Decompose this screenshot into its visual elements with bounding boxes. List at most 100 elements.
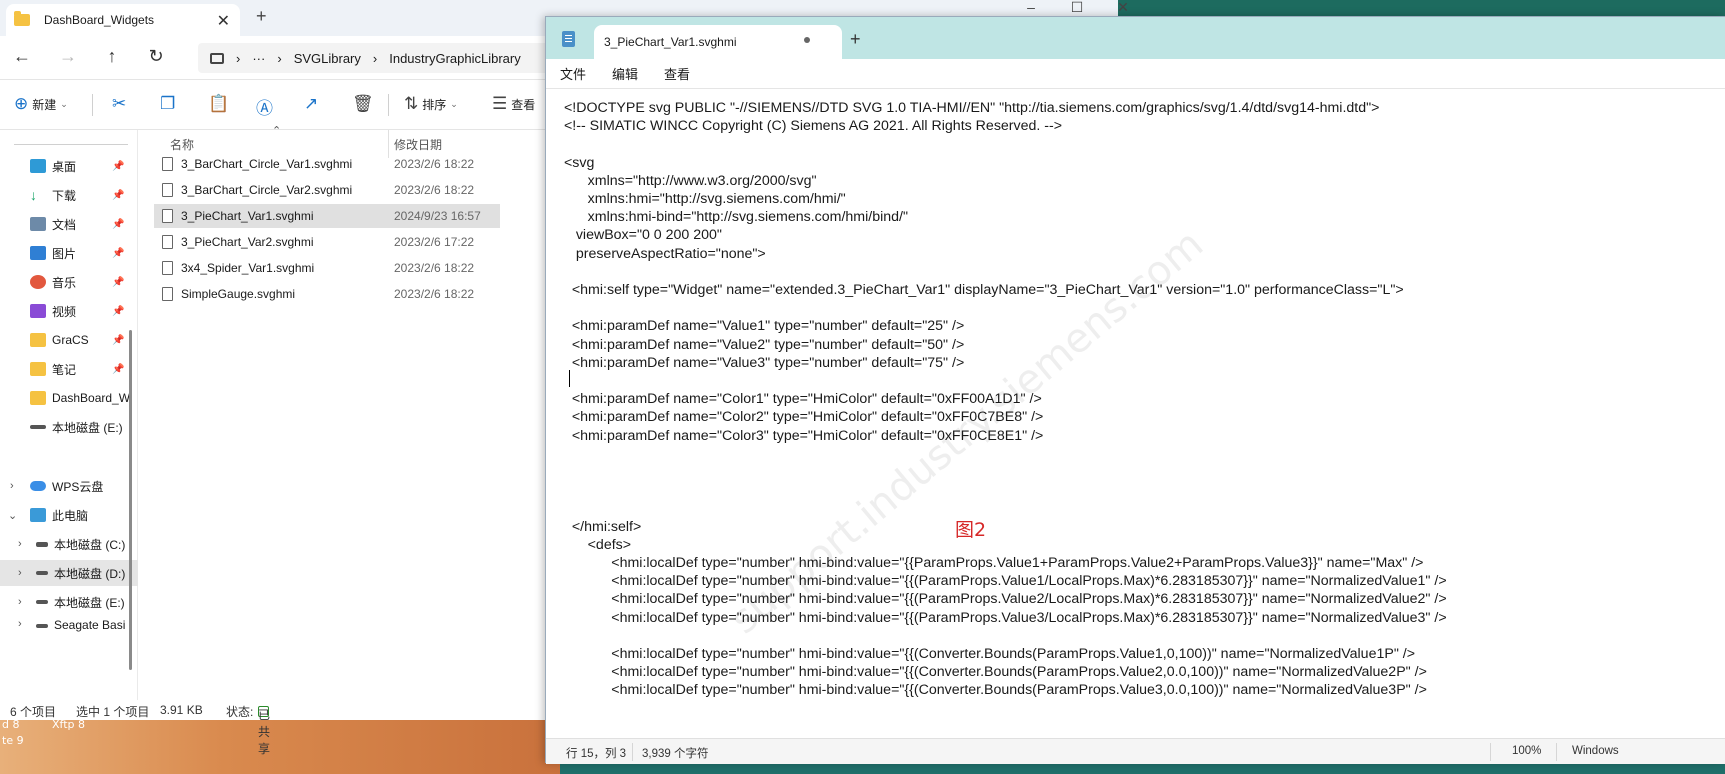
- new-button[interactable]: ⊕ 新建 ⌄: [14, 94, 68, 114]
- nav-item-drive-e[interactable]: 本地磁盘 (E:): [0, 414, 138, 440]
- nav-item-drive-d[interactable]: › 本地磁盘 (D:): [0, 560, 138, 586]
- chevron-right-icon[interactable]: ›: [18, 567, 22, 579]
- nav-item-wps-cloud[interactable]: › WPS云盘: [0, 473, 138, 499]
- delete-button[interactable]: 🗑: [352, 94, 374, 114]
- zoom-level[interactable]: 100%: [1512, 745, 1541, 757]
- share-button[interactable]: ↗: [304, 94, 318, 114]
- close-window-button[interactable]: ✕: [1100, 0, 1146, 16]
- view-button[interactable]: ☰ 查看: [492, 94, 535, 114]
- pin-icon[interactable]: 📌: [112, 277, 124, 288]
- rename-button[interactable]: Ⓐ: [256, 94, 273, 119]
- pin-icon[interactable]: 📌: [112, 306, 124, 317]
- sort-button[interactable]: ⇅ 排序 ⌄: [404, 94, 458, 114]
- copy-button[interactable]: ❐: [160, 94, 175, 114]
- file-icon: [162, 209, 173, 223]
- desktop-label[interactable]: te 9: [2, 734, 24, 747]
- file-date: 2024/9/23 16:57: [394, 209, 481, 223]
- nav-item-gracs[interactable]: GraCS 📌: [0, 327, 138, 353]
- menu-edit[interactable]: 编辑: [612, 64, 638, 83]
- paste-button[interactable]: 📋: [208, 94, 229, 114]
- back-button[interactable]: ←: [10, 46, 34, 67]
- rename-icon: Ⓐ: [256, 99, 273, 118]
- nav-item-notes[interactable]: 笔记 📌: [0, 356, 138, 382]
- nav-item-drive-c[interactable]: › 本地磁盘 (C:): [0, 531, 138, 557]
- nav-item-music[interactable]: 音乐 📌: [0, 269, 138, 295]
- file-row[interactable]: 3_BarChart_Circle_Var1.svghmi 2023/2/6 1…: [154, 152, 500, 176]
- up-button[interactable]: ↑: [100, 46, 124, 67]
- nav-item-seagate[interactable]: › Seagate Basi: [0, 618, 138, 634]
- refresh-button[interactable]: ↻: [144, 46, 168, 67]
- nav-item-drive-e-pc[interactable]: › 本地磁盘 (E:): [0, 589, 138, 615]
- file-row[interactable]: SimpleGauge.svghmi 2023/2/6 18:22: [154, 282, 500, 306]
- nav-item-documents[interactable]: 文档 📌: [0, 211, 138, 237]
- code-line: <hmi:paramDef name="Value2" type="number…: [564, 336, 965, 353]
- line-ending[interactable]: Windows: [1572, 745, 1619, 757]
- breadcrumb-item[interactable]: SVGLibrary: [294, 51, 361, 66]
- nav-item-label: 文档: [52, 217, 77, 232]
- maximize-button[interactable]: ☐: [1054, 0, 1100, 16]
- file-row[interactable]: 3_PieChart_Var2.svghmi 2023/2/6 17:22: [154, 230, 500, 254]
- nav-item-pictures[interactable]: 图片 📌: [0, 240, 138, 266]
- breadcrumb-more[interactable]: ···: [252, 51, 265, 66]
- file-name: 3_PieChart_Var1.svghmi: [181, 209, 314, 223]
- pin-icon[interactable]: 📌: [112, 364, 124, 375]
- code-line: preserveAspectRatio="none">: [564, 245, 766, 262]
- nav-item-downloads[interactable]: ↓ 下载 📌: [0, 182, 138, 208]
- chevron-right-icon[interactable]: ›: [18, 538, 22, 550]
- nav-item-this-pc[interactable]: ⌄ 此电脑: [0, 502, 138, 528]
- status-divider: [632, 743, 633, 761]
- new-tab-button[interactable]: +: [850, 29, 861, 50]
- explorer-tab[interactable]: DashBoard_Widgets ✕: [6, 4, 240, 36]
- file-name: 3_PieChart_Var2.svghmi: [181, 235, 314, 249]
- address-bar[interactable]: › ··· › SVGLibrary › IndustryGraphicLibr…: [198, 43, 578, 73]
- file-icon: [162, 235, 173, 249]
- notepad-tab[interactable]: 3_PieChart_Var1.svghmi: [594, 25, 842, 59]
- menu-view[interactable]: 查看: [664, 64, 690, 83]
- file-row[interactable]: 3x4_Spider_Var1.svghmi 2023/2/6 18:22: [154, 256, 500, 280]
- cut-button[interactable]: ✂: [112, 94, 126, 114]
- desktop-icon: [30, 159, 46, 173]
- notepad-window: 3_PieChart_Var1.svghmi + 文件 编辑 查看 suppor…: [545, 16, 1725, 764]
- new-label: 新建: [32, 97, 57, 112]
- chevron-right-icon[interactable]: ›: [10, 480, 14, 492]
- menu-file[interactable]: 文件: [560, 64, 586, 83]
- pin-icon[interactable]: 📌: [112, 161, 124, 172]
- paste-icon: 📋: [208, 94, 230, 113]
- file-row[interactable]: 3_BarChart_Circle_Var2.svghmi 2023/2/6 1…: [154, 178, 500, 202]
- chevron-right-icon[interactable]: ›: [18, 596, 22, 608]
- nav-item-label: DashBoard_Wi: [52, 391, 133, 405]
- close-tab-icon[interactable]: ✕: [217, 11, 230, 31]
- unsaved-dot-icon[interactable]: [804, 37, 810, 43]
- pin-icon[interactable]: 📌: [112, 248, 124, 259]
- code-line: <hmi:localDef type="number" hmi-bind:val…: [564, 664, 1427, 681]
- nav-item-desktop[interactable]: 桌面 📌: [0, 153, 138, 179]
- pin-icon[interactable]: 📌: [112, 335, 124, 346]
- nav-scrollbar[interactable]: [129, 330, 132, 670]
- drive-icon: [36, 624, 48, 628]
- nav-item-label: 视频: [52, 304, 77, 319]
- forward-button[interactable]: →: [56, 46, 80, 67]
- nav-item-dashboard-widgets[interactable]: DashBoard_Wi: [0, 385, 138, 411]
- pin-icon[interactable]: 📌: [112, 219, 124, 230]
- chevron-down-icon[interactable]: ⌄: [8, 509, 17, 522]
- chevron-right-icon[interactable]: ›: [18, 618, 22, 630]
- nav-item-label: 下载: [52, 188, 77, 203]
- notepad-tab-title: 3_PieChart_Var1.svghmi: [604, 35, 737, 49]
- breadcrumb-item[interactable]: IndustryGraphicLibrary: [389, 51, 521, 66]
- nav-item-label: 音乐: [52, 275, 77, 290]
- file-row-selected[interactable]: 3_PieChart_Var1.svghmi 2024/9/23 16:57: [154, 204, 500, 228]
- folder-icon: [30, 362, 46, 376]
- nav-item-videos[interactable]: 视频 📌: [0, 298, 138, 324]
- code-line: xmlns:hmi-bind="http://svg.siemens.com/h…: [564, 209, 908, 226]
- nav-item-label: 此电脑: [52, 508, 89, 523]
- new-tab-button[interactable]: +: [256, 6, 267, 27]
- pin-icon[interactable]: 📌: [112, 190, 124, 201]
- text-editor[interactable]: support.industry.siemens.com <!DOCTYPE s…: [546, 89, 1725, 738]
- code-line: <hmi:paramDef name="Value3" type="number…: [564, 354, 965, 371]
- desktop-wallpaper-strip: d 8 Xftp 8 te 9: [0, 718, 560, 774]
- code-line: xmlns="http://www.w3.org/2000/svg": [564, 172, 817, 189]
- status-divider: [1490, 743, 1491, 761]
- computer-icon: [210, 52, 224, 64]
- code-line: <hmi:paramDef name="Color3" type="HmiCol…: [564, 427, 1044, 444]
- minimize-button[interactable]: –: [1008, 0, 1054, 16]
